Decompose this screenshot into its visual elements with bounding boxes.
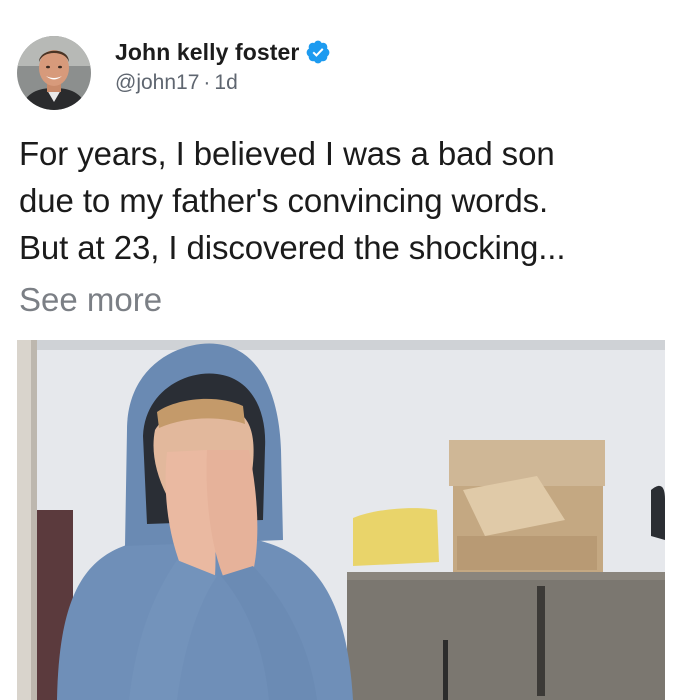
meta-separator: ·: [203, 71, 211, 94]
verified-badge-icon: [305, 39, 331, 65]
post-timestamp[interactable]: 1d: [214, 71, 237, 94]
social-post: John kelly foster @john17 · 1d For years, …: [0, 0, 700, 700]
post-text: For years, I believed I was a bad son du…: [19, 130, 699, 271]
author-identity: John kelly foster @john17 · 1d: [115, 37, 331, 95]
author-handle[interactable]: @john17: [115, 71, 199, 94]
post-photo-image: [17, 340, 665, 700]
post-text-line: due to my father's convincing words.: [19, 182, 549, 219]
author-avatar[interactable]: [17, 36, 91, 110]
post-text-line: But at 23, I discovered the shocking...: [19, 229, 566, 266]
author-display-name[interactable]: John kelly foster: [115, 39, 299, 66]
post-meta: @john17 · 1d: [115, 71, 331, 95]
see-more-link[interactable]: See more: [19, 276, 162, 323]
post-text-line: For years, I believed I was a bad son: [19, 135, 555, 172]
author-name-row: John kelly foster: [115, 37, 331, 67]
post-header: John kelly foster @john17 · 1d: [17, 36, 331, 110]
avatar-photo: [17, 36, 91, 110]
post-photo[interactable]: [17, 340, 665, 700]
